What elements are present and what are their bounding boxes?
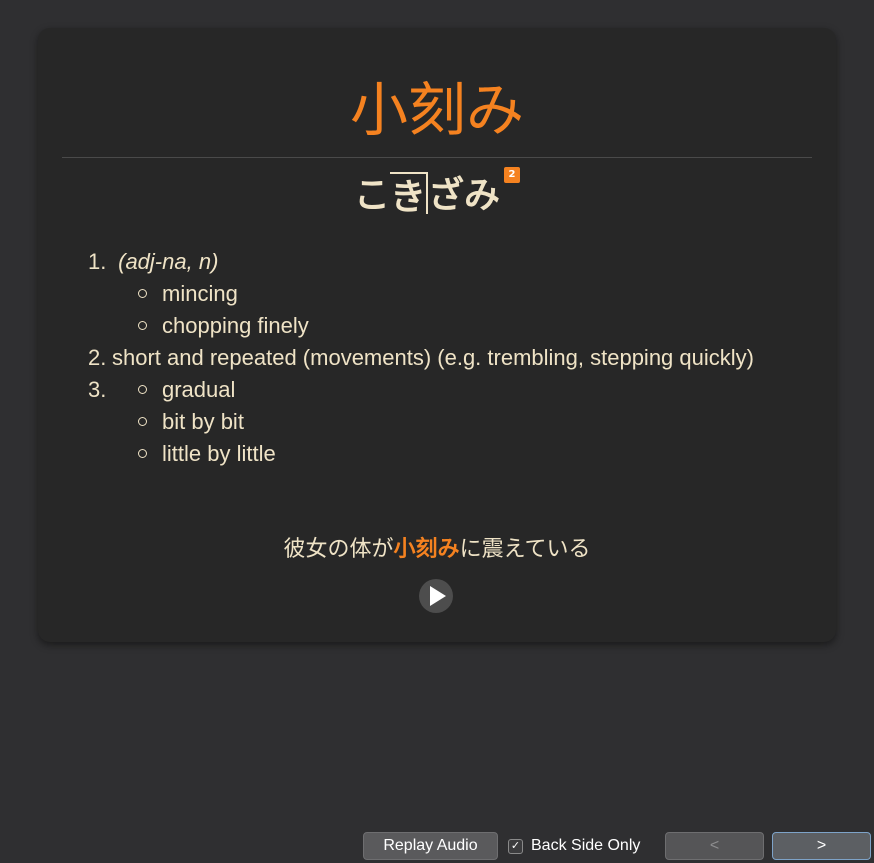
glossary-list: 1. (adj-na, n) mincing chopping finely 2…: [88, 246, 754, 470]
reading-kana-3: ざ: [428, 175, 465, 216]
reading-kana-2: き: [389, 172, 428, 218]
gloss-sub-item: chopping finely: [88, 310, 754, 342]
sentence-before: 彼女の体が: [283, 537, 394, 562]
play-icon: [430, 586, 446, 606]
example-sentence: 彼女の体が小刻みに震えている: [38, 534, 836, 566]
gloss-number: 3.: [88, 377, 107, 402]
gloss-sub-item: mincing: [88, 278, 754, 310]
gloss-number: 2.: [88, 345, 107, 370]
expression-heading: 小刻み: [349, 76, 524, 144]
gloss-sub-text: bit by bit: [162, 409, 244, 434]
gloss-sub-text: little by little: [162, 441, 276, 466]
gloss-sub-text: mincing: [162, 281, 238, 306]
sentence-highlight: 小刻み: [393, 537, 460, 562]
replay-audio-button[interactable]: Replay Audio: [363, 832, 498, 860]
gloss-sub-text: gradual: [162, 377, 236, 402]
gloss-sub-text: chopping finely: [162, 313, 309, 338]
circle-bullet-icon: [138, 289, 147, 298]
back-side-only-label: Back Side Only: [531, 837, 641, 854]
gloss-sub-item: 3. gradual: [88, 374, 754, 406]
sentence-after: に震えている: [459, 537, 591, 562]
gloss-sub-item: bit by bit: [88, 406, 754, 438]
back-side-only-checkbox[interactable]: ✓: [508, 838, 523, 854]
gloss-item-2: 2. short and repeated (movements) (e.g. t…: [88, 342, 754, 374]
pitch-accent-badge: 2: [504, 167, 521, 183]
circle-bullet-icon: [138, 417, 147, 426]
gloss-sub-item: little by little: [88, 438, 754, 470]
circle-bullet-icon: [138, 449, 147, 458]
gloss-item-1: 1. (adj-na, n): [88, 246, 754, 278]
next-button[interactable]: >: [772, 832, 871, 860]
circle-bullet-icon: [138, 385, 147, 394]
circle-bullet-icon: [138, 321, 147, 330]
divider: [62, 157, 812, 158]
gloss-number: 1.: [88, 249, 107, 274]
flashcard: 小刻み こきざみ2 1. (adj-na, n) mincing choppin…: [38, 28, 836, 642]
sentence-audio-play-button[interactable]: [419, 579, 453, 613]
gloss-part-of-speech: (adj-na, n): [118, 249, 219, 274]
back-side-only-toggle[interactable]: ✓ Back Side Only: [508, 835, 640, 857]
gloss-text: short and repeated (movements) (e.g. tre…: [112, 345, 754, 370]
reading-kana-1: こ: [353, 175, 390, 216]
reading: こきざみ2: [38, 167, 836, 220]
reading-kana-4: み: [464, 175, 501, 216]
previous-button[interactable]: <: [665, 832, 764, 860]
